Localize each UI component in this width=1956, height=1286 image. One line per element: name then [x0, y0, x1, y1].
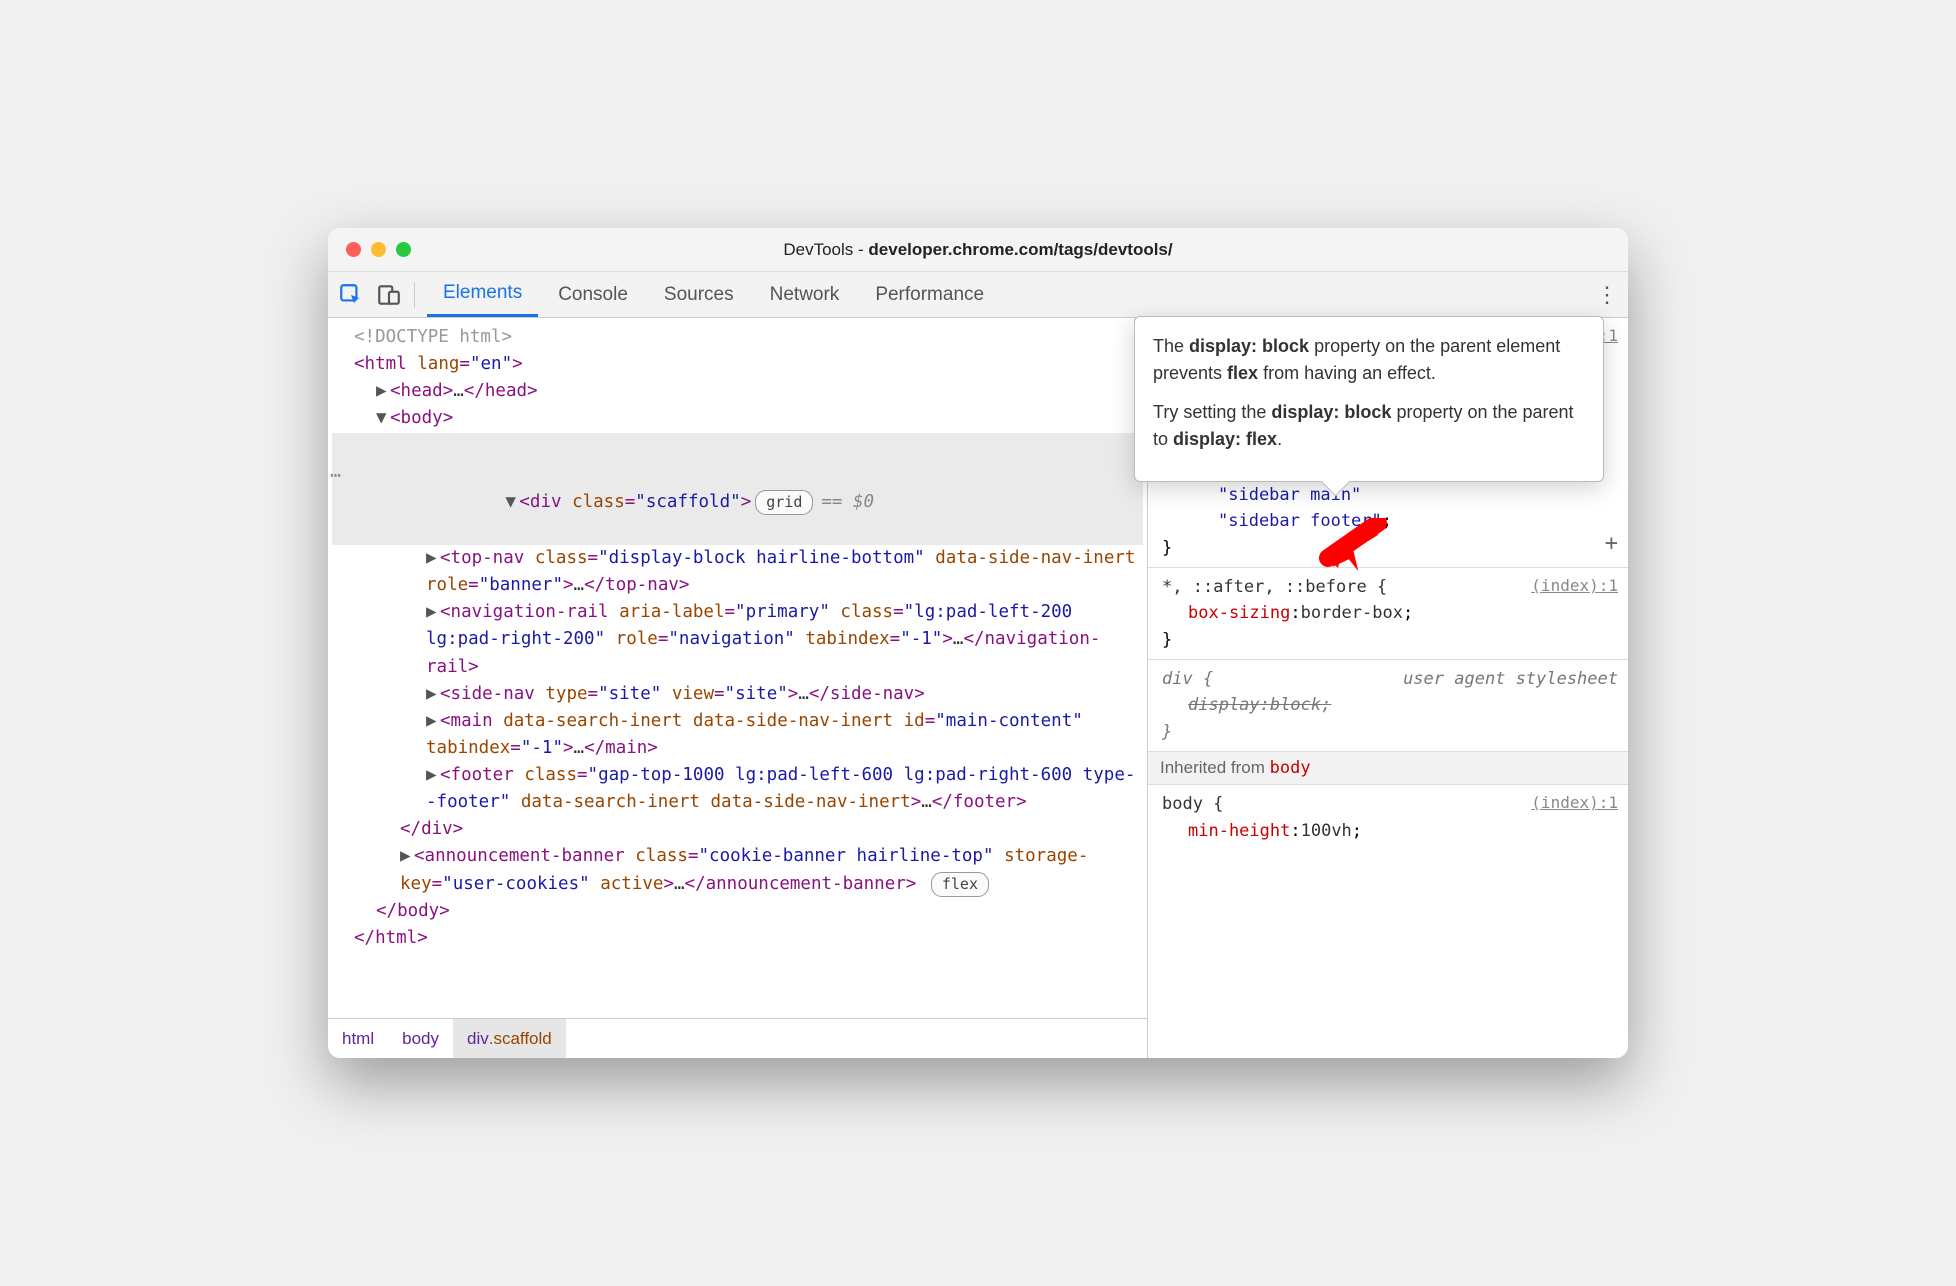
main-node[interactable]: ▶<main data-search-inert data-side-nav-i… [332, 708, 1143, 762]
tab-performance[interactable]: Performance [859, 272, 1000, 317]
divider [414, 282, 415, 308]
div-close-node[interactable]: </div> [332, 816, 1143, 843]
topnav-node[interactable]: ▶<top-nav class="display-block hairline-… [332, 545, 1143, 599]
rule-close: } [1162, 535, 1618, 561]
hint-tooltip: The display: block property on the paren… [1134, 316, 1604, 482]
tooltip-paragraph-2: Try setting the display: block property … [1153, 399, 1585, 453]
rule-div-ua[interactable]: div { user agent stylesheet display: blo… [1148, 660, 1628, 752]
tooltip-paragraph-1: The display: block property on the paren… [1153, 333, 1585, 387]
body-close-node[interactable]: </body> [332, 898, 1143, 925]
tab-console[interactable]: Console [542, 272, 644, 317]
tab-sources[interactable]: Sources [648, 272, 750, 317]
head-node[interactable]: ▶<head>…</head> [332, 378, 1143, 405]
dom-tree[interactable]: <!DOCTYPE html> <html lang="en"> ▶<head>… [328, 318, 1147, 1018]
tab-elements[interactable]: Elements [427, 272, 538, 317]
grid-badge[interactable]: grid [755, 490, 813, 515]
rule-close: } [1162, 719, 1618, 745]
rule-selector[interactable]: body { [1162, 791, 1223, 817]
device-toolbar-icon[interactable] [376, 282, 402, 308]
annotation-arrow-icon [1318, 518, 1388, 583]
sidenav-node[interactable]: ▶<side-nav type="site" view="site">…</si… [332, 681, 1143, 708]
rule-universal[interactable]: *, ::after, ::before { (index):1 box-siz… [1148, 568, 1628, 660]
devtools-window: DevTools - developer.chrome.com/tags/dev… [328, 228, 1628, 1058]
body-open-node[interactable]: ▼<body> [332, 405, 1143, 432]
crumb-body[interactable]: body [388, 1019, 453, 1058]
flex-badge[interactable]: flex [931, 872, 989, 897]
announcement-node[interactable]: ▶<announcement-banner class="cookie-bann… [332, 843, 1143, 897]
scaffold-node-selected[interactable]: ⋯ ▼<div class="scaffold">grid== $0 [332, 433, 1143, 546]
inherited-from-bar: Inherited from body [1148, 752, 1628, 785]
footer-node[interactable]: ▶<footer class="gap-top-1000 lg:pad-left… [332, 762, 1143, 816]
gta-value-3[interactable]: "sidebar footer"; [1162, 508, 1618, 534]
window-title-url: developer.chrome.com/tags/devtools/ [868, 240, 1172, 259]
rule-source-ua: user agent stylesheet [1403, 666, 1618, 692]
inspect-element-icon[interactable] [338, 282, 364, 308]
tab-network[interactable]: Network [754, 272, 856, 317]
html-close-node[interactable]: </html> [332, 925, 1143, 952]
window-title: DevTools - developer.chrome.com/tags/dev… [328, 240, 1628, 260]
prop-box-sizing[interactable]: box-sizing: border-box; [1162, 600, 1618, 626]
titlebar: DevTools - developer.chrome.com/tags/dev… [328, 228, 1628, 272]
rule-source-link[interactable]: (index):1 [1531, 791, 1618, 817]
node-actions-icon[interactable]: ⋯ [330, 462, 339, 490]
rule-selector[interactable]: div { [1162, 666, 1213, 692]
crumb-html[interactable]: html [328, 1019, 388, 1058]
prop-display-block[interactable]: display: block; [1162, 692, 1618, 718]
prop-min-height[interactable]: min-height: 100vh; [1162, 818, 1618, 844]
crumb-div-scaffold[interactable]: div.scaffold [453, 1019, 566, 1058]
add-rule-icon[interactable]: + [1605, 527, 1618, 561]
gta-value-2[interactable]: "sidebar main" [1162, 482, 1618, 508]
elements-panel: <!DOCTYPE html> <html lang="en"> ▶<head>… [328, 318, 1148, 1058]
more-tabs-icon[interactable]: ⋮ [1596, 282, 1618, 308]
tab-bar: Elements Console Sources Network Perform… [328, 272, 1628, 318]
rule-body[interactable]: body { (index):1 min-height: 100vh; [1148, 785, 1628, 850]
eq-dollar-zero: == $0 [821, 492, 874, 512]
window-title-prefix: DevTools - [783, 240, 868, 259]
rule-close: } [1162, 627, 1618, 653]
breadcrumb: html body div.scaffold [328, 1018, 1147, 1058]
doctype-node[interactable]: <!DOCTYPE html> [332, 324, 1143, 351]
html-open-node[interactable]: <html lang="en"> [332, 351, 1143, 378]
inherited-from-element[interactable]: body [1270, 758, 1311, 778]
rule-source-link[interactable]: (index):1 [1531, 574, 1618, 600]
navrail-node[interactable]: ▶<navigation-rail aria-label="primary" c… [332, 599, 1143, 680]
